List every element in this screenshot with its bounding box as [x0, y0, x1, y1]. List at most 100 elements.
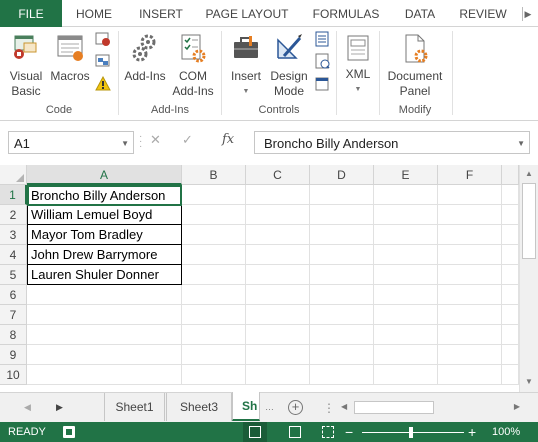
zoom-out-icon[interactable]: −	[345, 424, 353, 440]
grid-cell[interactable]	[182, 305, 246, 325]
grid-cell[interactable]	[374, 345, 438, 365]
grid-cell[interactable]	[310, 305, 374, 325]
grid-cell[interactable]	[374, 205, 438, 225]
document-panel-button[interactable]: Document Panel	[383, 29, 447, 101]
grid-cell[interactable]	[502, 205, 519, 225]
macro-recording-icon[interactable]	[63, 426, 75, 438]
horizontal-scroll-thumb[interactable]	[354, 401, 434, 414]
grid-cell[interactable]	[310, 345, 374, 365]
grid-cell[interactable]	[246, 285, 310, 305]
grid-cell[interactable]	[374, 185, 438, 205]
insert-control-button[interactable]: Insert ▼	[226, 29, 266, 101]
grid-cell[interactable]	[438, 345, 502, 365]
grid-cell[interactable]	[182, 285, 246, 305]
grid-cell[interactable]	[374, 325, 438, 345]
grid-cell[interactable]	[502, 345, 519, 365]
grid-cell[interactable]	[246, 205, 310, 225]
grid-cell[interactable]	[246, 305, 310, 325]
grid-cell[interactable]	[310, 245, 374, 265]
grid-cell[interactable]	[246, 265, 310, 285]
grip-dots-icon[interactable]: · · ·	[139, 132, 143, 152]
new-sheet-icon[interactable]: +	[288, 400, 303, 415]
cell-a4[interactable]: John Drew Barrymore	[27, 245, 182, 265]
chevron-down-icon[interactable]: ▼	[517, 139, 525, 148]
tab-review[interactable]: REVIEW	[453, 0, 513, 27]
grid-cell[interactable]	[374, 365, 438, 385]
scroll-right-icon[interactable]: ▶	[514, 402, 520, 411]
grid-cell[interactable]	[27, 285, 182, 305]
sheet-tab-sheet1[interactable]: Sheet1	[104, 393, 165, 421]
scroll-up-icon[interactable]: ▲	[523, 169, 535, 181]
grid-cell[interactable]	[502, 305, 519, 325]
grid-cell[interactable]	[502, 245, 519, 265]
run-dialog-icon[interactable]	[314, 76, 330, 92]
grid-cell[interactable]	[310, 185, 374, 205]
sheet-tab-active[interactable]: Sh	[232, 392, 260, 421]
grid-cell[interactable]	[246, 345, 310, 365]
chevron-down-icon[interactable]: ▼	[121, 139, 129, 148]
grid-cell[interactable]	[246, 225, 310, 245]
grid-cell[interactable]	[246, 245, 310, 265]
zoom-level[interactable]: 100%	[492, 426, 520, 438]
grid-cell[interactable]	[502, 265, 519, 285]
add-ins-button[interactable]: Add-Ins	[122, 29, 168, 101]
vertical-scrollbar[interactable]: ▲ ▼	[519, 165, 538, 392]
grid-cell[interactable]	[438, 185, 502, 205]
grid-cell[interactable]	[438, 365, 502, 385]
normal-view-button[interactable]	[243, 422, 267, 442]
grid-cell[interactable]	[310, 265, 374, 285]
next-sheet-icon[interactable]: ▶	[56, 402, 63, 413]
grid-cell[interactable]	[182, 205, 246, 225]
grid-cell[interactable]	[374, 245, 438, 265]
grid-cell[interactable]	[182, 365, 246, 385]
grid-cell[interactable]	[182, 185, 246, 205]
insert-function-icon[interactable]: fx	[222, 132, 234, 147]
cancel-icon[interactable]: ✕	[150, 132, 161, 148]
cell-a2[interactable]: William Lemuel Boyd	[27, 205, 182, 225]
page-layout-view-button[interactable]	[283, 422, 307, 442]
grid-cell[interactable]	[438, 325, 502, 345]
grid-cell[interactable]	[502, 225, 519, 245]
view-code-icon[interactable]	[314, 53, 330, 69]
cell-a1[interactable]: Broncho Billy Anderson	[27, 185, 182, 205]
grid-cell[interactable]	[182, 345, 246, 365]
grid-cell[interactable]	[310, 365, 374, 385]
sheet-tab-sheet3[interactable]: Sheet3	[166, 393, 232, 421]
grid-cell[interactable]	[374, 225, 438, 245]
grid-cell[interactable]	[27, 325, 182, 345]
tab-splitter-icon[interactable]: ⋮	[323, 401, 335, 415]
scroll-left-icon[interactable]: ◀	[341, 402, 347, 411]
properties-icon[interactable]	[314, 31, 330, 47]
tab-formulas[interactable]: FORMULAS	[306, 0, 386, 27]
grid-cell[interactable]	[502, 365, 519, 385]
grid-cell[interactable]	[182, 245, 246, 265]
cell-a5[interactable]: Lauren Shuler Donner	[27, 265, 182, 285]
more-sheets-icon[interactable]: …	[265, 402, 274, 412]
grid-cell[interactable]	[310, 205, 374, 225]
grid-cell[interactable]	[502, 285, 519, 305]
design-mode-button[interactable]: Design Mode	[266, 29, 312, 101]
com-add-ins-button[interactable]: COM Add-Ins	[170, 29, 216, 101]
grid-cell[interactable]	[438, 225, 502, 245]
scroll-down-icon[interactable]: ▼	[523, 377, 535, 389]
grid-cell[interactable]	[374, 285, 438, 305]
macros-button[interactable]: Macros	[48, 29, 92, 101]
grid-cell[interactable]	[27, 365, 182, 385]
xml-button[interactable]: XML ▼	[340, 29, 376, 101]
grid-cell[interactable]	[438, 265, 502, 285]
macro-security-icon[interactable]	[95, 76, 111, 92]
cell-a3[interactable]: Mayor Tom Bradley	[27, 225, 182, 245]
grid-cell[interactable]	[27, 345, 182, 365]
name-box[interactable]: A1 ▼	[8, 131, 134, 154]
grid-cell[interactable]	[182, 325, 246, 345]
page-break-view-button[interactable]	[316, 422, 340, 442]
zoom-slider[interactable]	[362, 432, 464, 433]
grid-cell[interactable]	[438, 205, 502, 225]
grid-cell[interactable]	[182, 225, 246, 245]
grid-cell[interactable]	[438, 245, 502, 265]
tab-data[interactable]: DATA	[397, 0, 443, 27]
zoom-slider-thumb[interactable]	[409, 427, 413, 438]
grid-cell[interactable]	[310, 325, 374, 345]
grid-cell[interactable]	[182, 265, 246, 285]
relative-references-icon[interactable]	[95, 53, 111, 69]
